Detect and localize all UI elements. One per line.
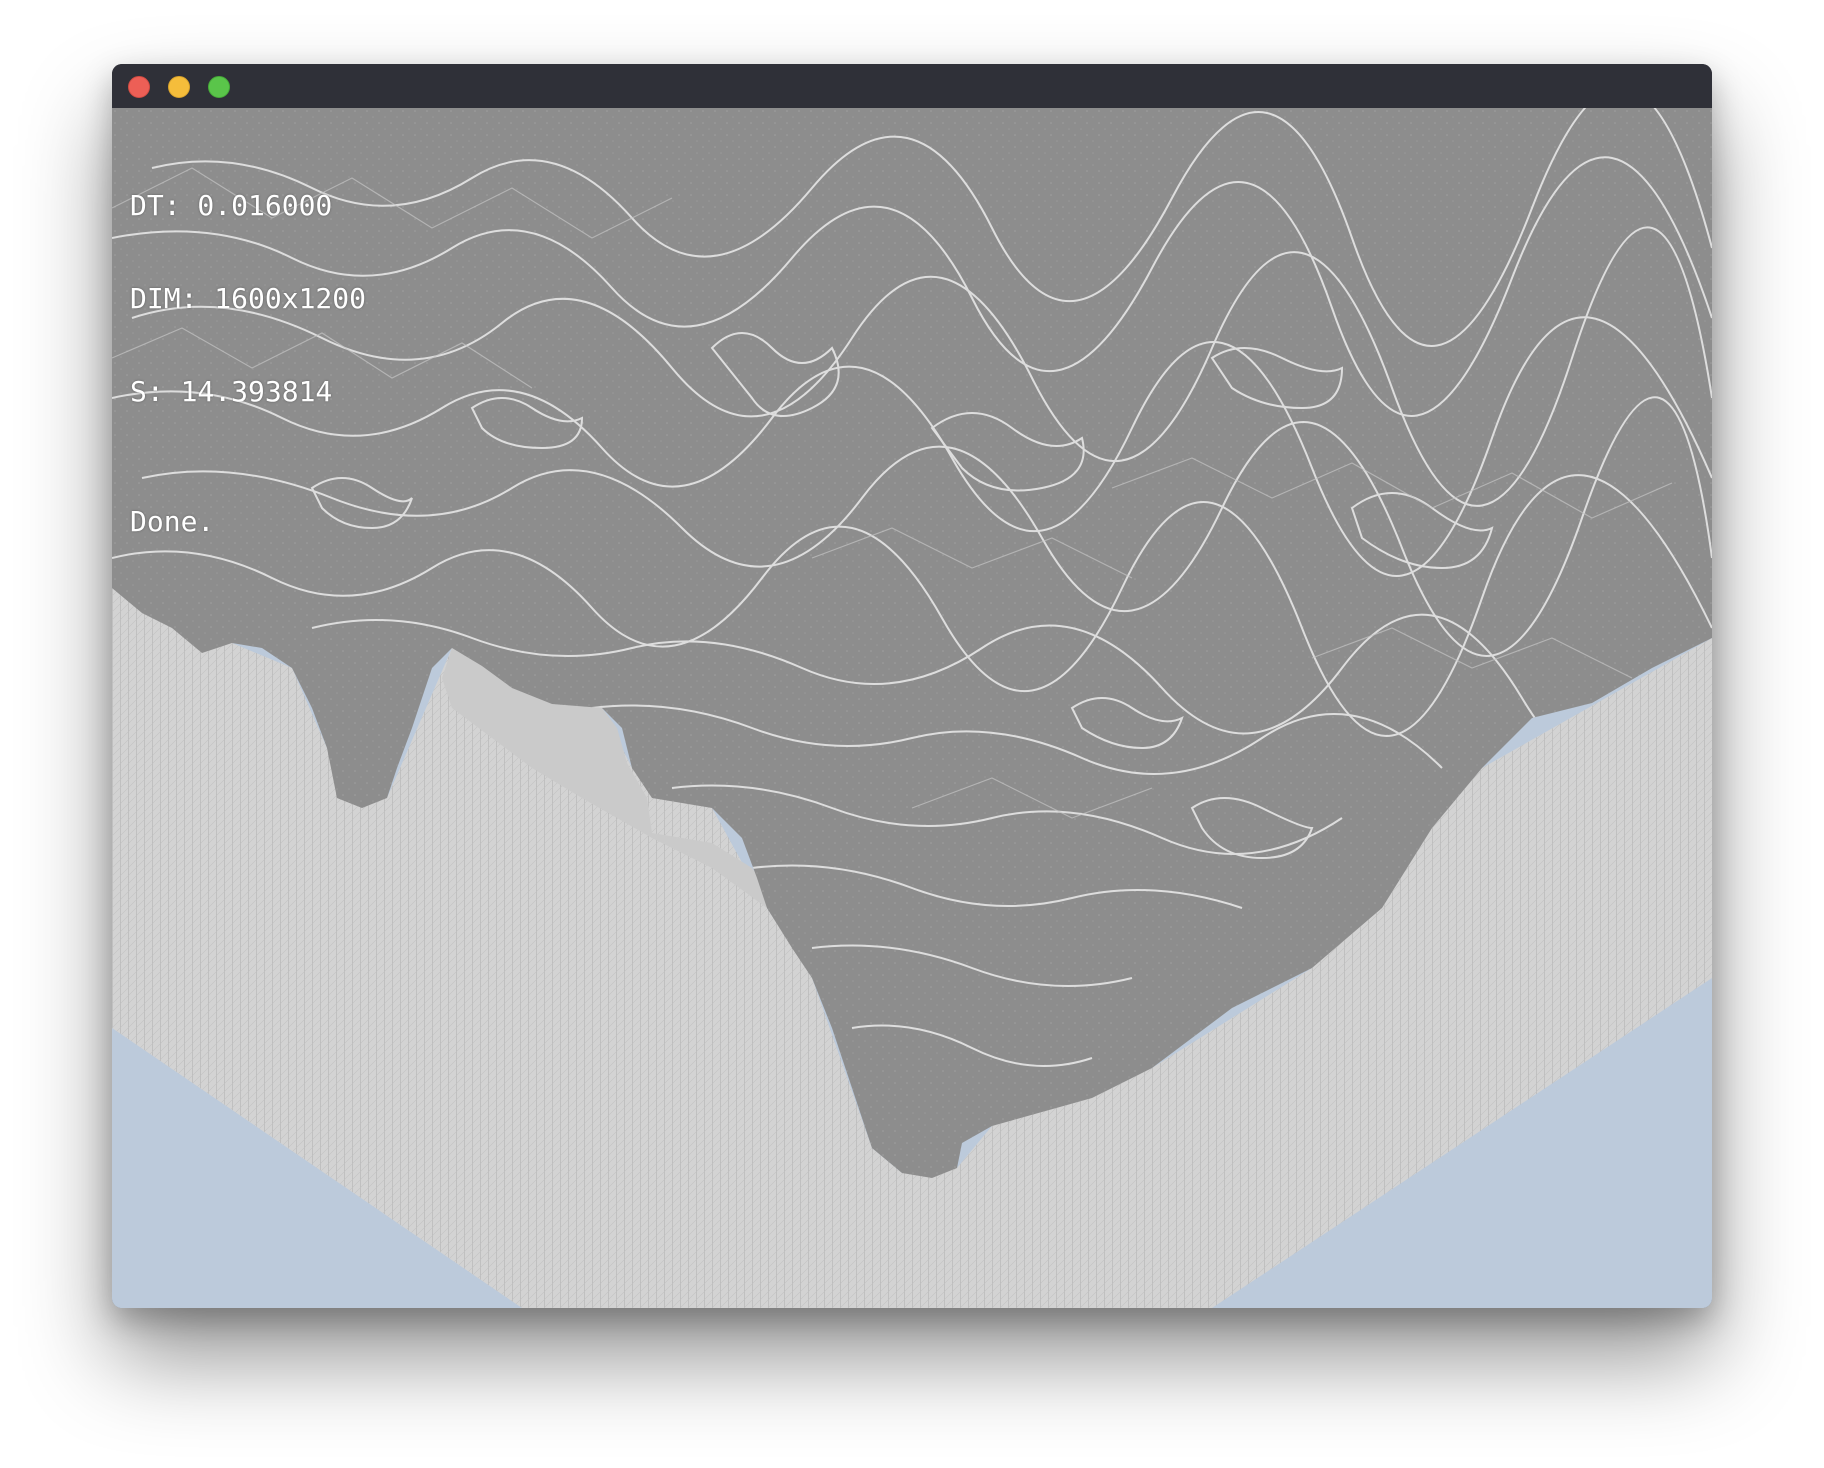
minimize-window-button[interactable]: [168, 76, 190, 98]
title-bar[interactable]: [112, 64, 1712, 108]
debug-overlay: DT: 0.016000 DIM: 1600x1200 S: 14.393814: [130, 128, 366, 469]
dt-readout: DT: 0.016000: [130, 189, 333, 222]
close-window-button[interactable]: [128, 76, 150, 98]
status-text: Done.: [130, 505, 215, 538]
app-window: DT: 0.016000 DIM: 1600x1200 S: 14.393814…: [112, 64, 1712, 1308]
dimension-readout: DIM: 1600x1200: [130, 282, 367, 315]
s-readout: S: 14.393814: [130, 375, 333, 408]
maximize-window-button[interactable]: [208, 76, 230, 98]
render-viewport[interactable]: DT: 0.016000 DIM: 1600x1200 S: 14.393814…: [112, 108, 1712, 1308]
